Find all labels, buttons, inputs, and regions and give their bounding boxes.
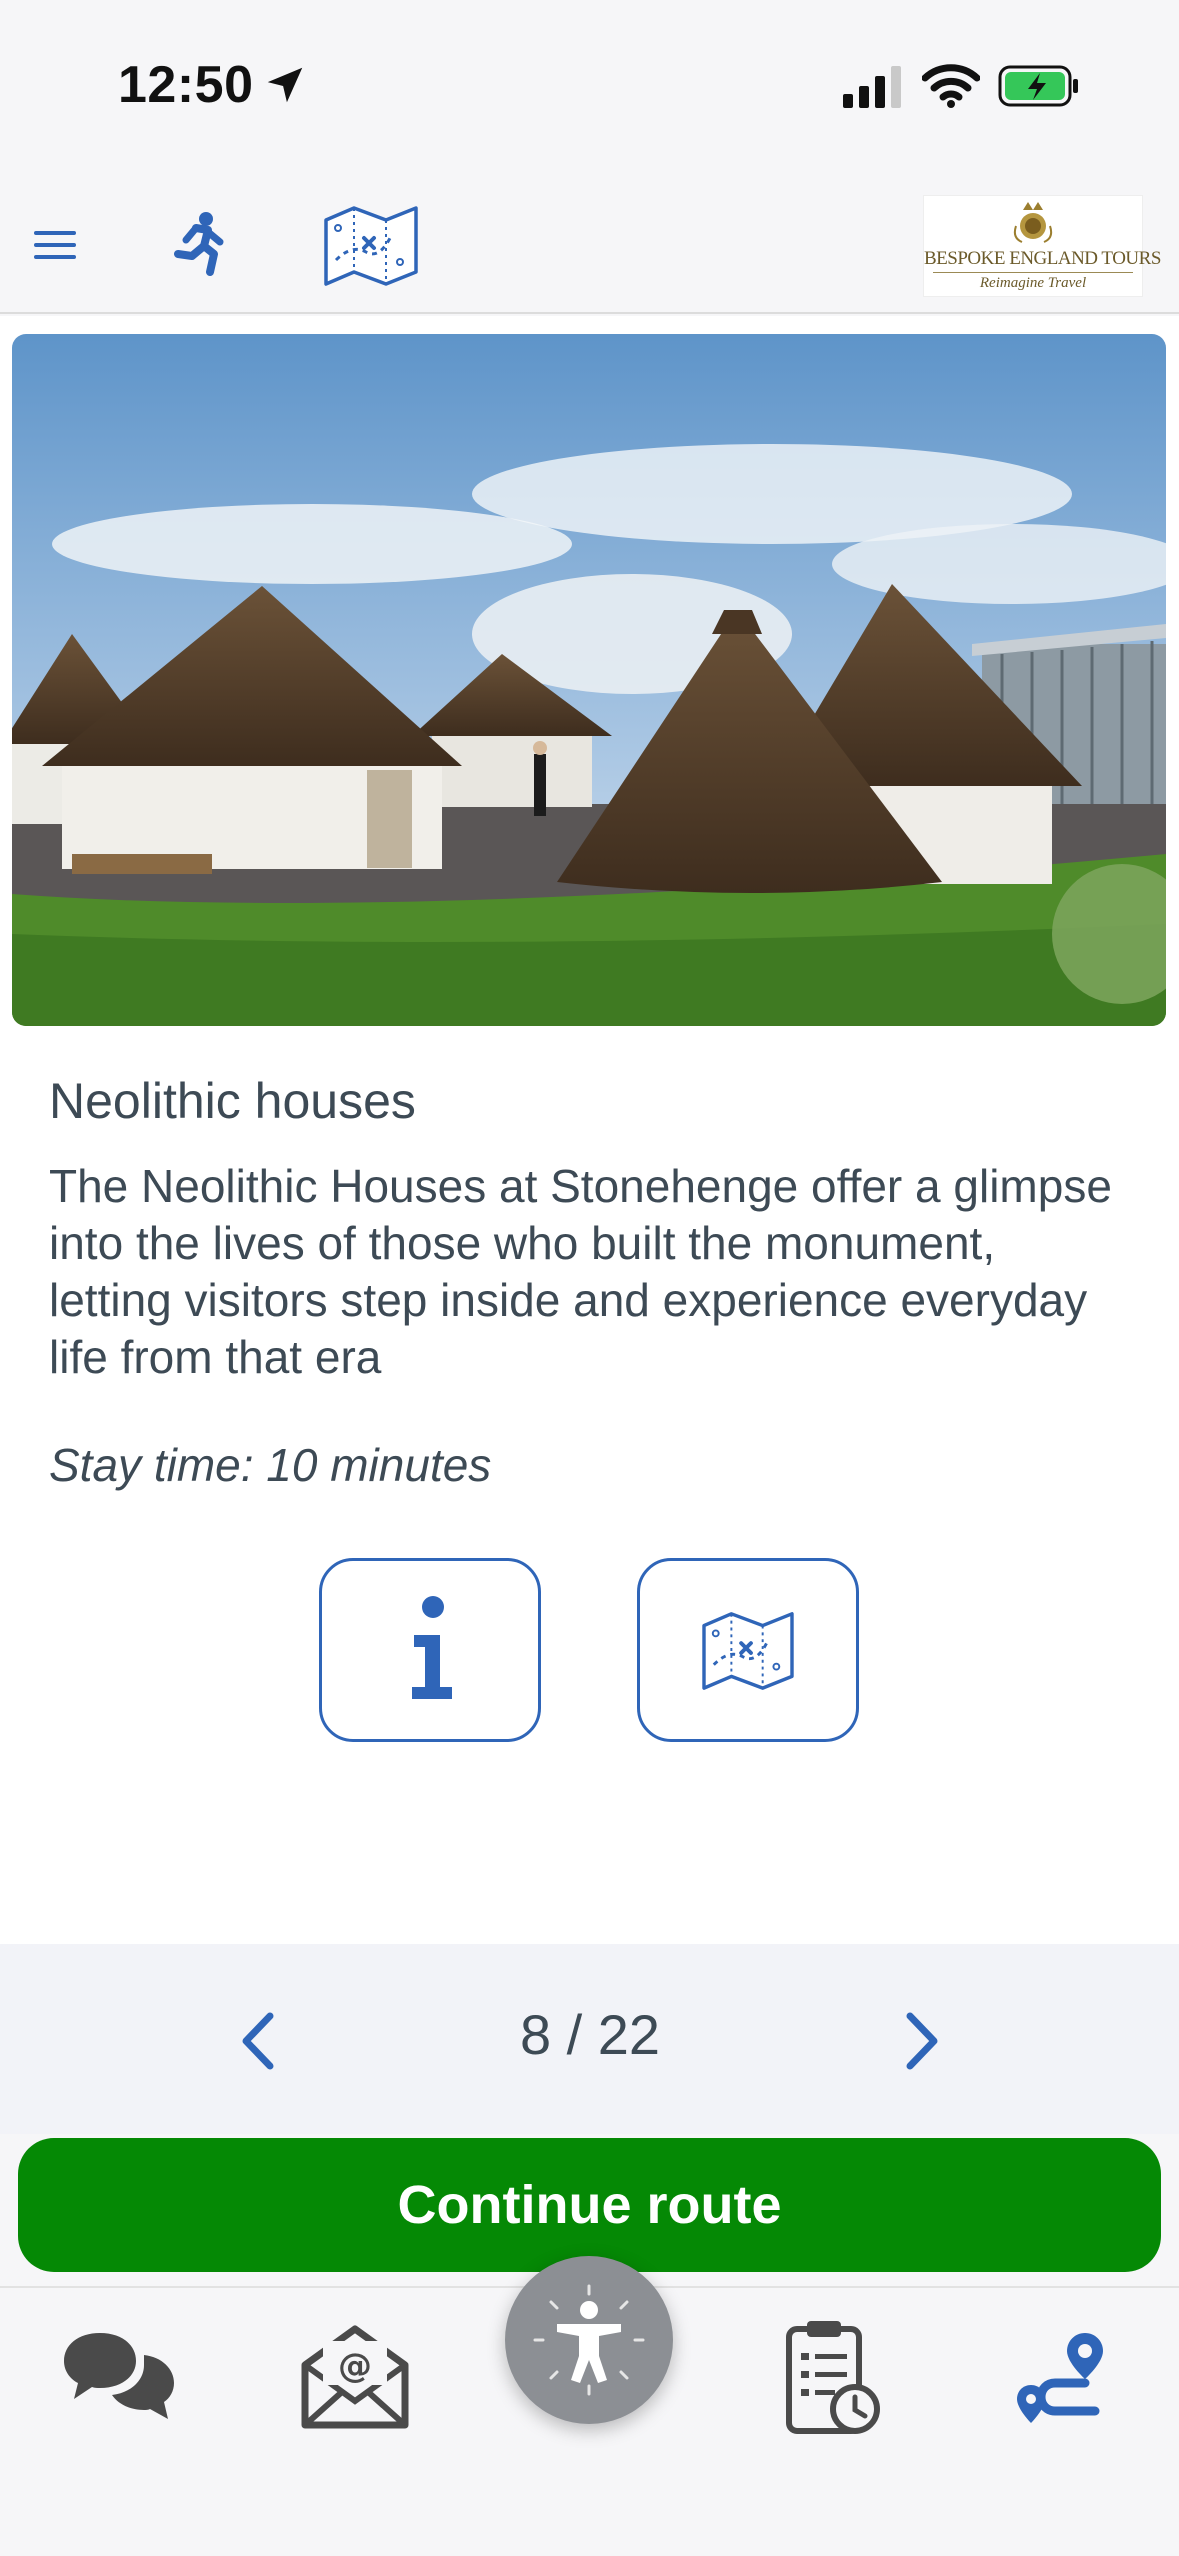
- place-detail: Neolithic houses The Neolithic Houses at…: [0, 316, 1179, 1944]
- accessibility-icon: [533, 2284, 645, 2396]
- continue-route-button[interactable]: Continue route: [18, 2138, 1161, 2272]
- logo-title: BESPOKE ENGLAND TOURS: [924, 248, 1161, 269]
- tab-route[interactable]: [996, 2312, 1126, 2442]
- place-description: The Neolithic Houses at Stonehenge offer…: [49, 1160, 1112, 1383]
- chevron-right-icon[interactable]: [896, 2008, 946, 2074]
- logo-tagline: Reimagine Travel: [979, 275, 1087, 291]
- stop-counter: 8 / 22: [519, 2003, 661, 2066]
- lion-crest-icon: [1013, 202, 1053, 243]
- info-icon: [412, 1596, 452, 1699]
- runner-icon[interactable]: [168, 210, 228, 276]
- map-icon[interactable]: [322, 200, 420, 290]
- info-button[interactable]: [319, 1558, 541, 1742]
- stay-time: Stay time: 10 minutes: [49, 1439, 492, 1491]
- tab-mail[interactable]: @: [290, 2312, 420, 2442]
- wifi-icon: [922, 64, 980, 108]
- map-icon: [702, 1612, 794, 1690]
- cellular-signal-icon: [843, 66, 901, 108]
- status-time: 12:50: [118, 56, 254, 114]
- tab-schedule[interactable]: [768, 2312, 898, 2442]
- svg-text:@: @: [338, 2346, 372, 2386]
- status-bar: 12:50: [0, 0, 1179, 170]
- chat-icon: [64, 2333, 174, 2419]
- stop-pager: 8 / 22: [0, 1944, 1179, 2134]
- accessibility-button[interactable]: [505, 2256, 673, 2424]
- mail-icon: @: [301, 2325, 409, 2429]
- route-icon: [1017, 2333, 1103, 2423]
- battery-charging-icon: [998, 65, 1078, 107]
- location-arrow-icon: [267, 67, 303, 103]
- clipboard-clock-icon: [786, 2321, 880, 2434]
- logo-divider: [933, 272, 1133, 273]
- place-title: Neolithic houses: [49, 1073, 416, 1129]
- map-button[interactable]: [637, 1558, 859, 1742]
- menu-icon[interactable]: [30, 227, 82, 263]
- chevron-left-icon[interactable]: [234, 2008, 284, 2074]
- brand-logo: BESPOKE ENGLAND TOURS Reimagine Travel: [923, 195, 1161, 297]
- place-photo: [12, 334, 1166, 1026]
- app-header: BESPOKE ENGLAND TOURS Reimagine Travel: [0, 170, 1179, 314]
- tab-chat[interactable]: [54, 2312, 184, 2442]
